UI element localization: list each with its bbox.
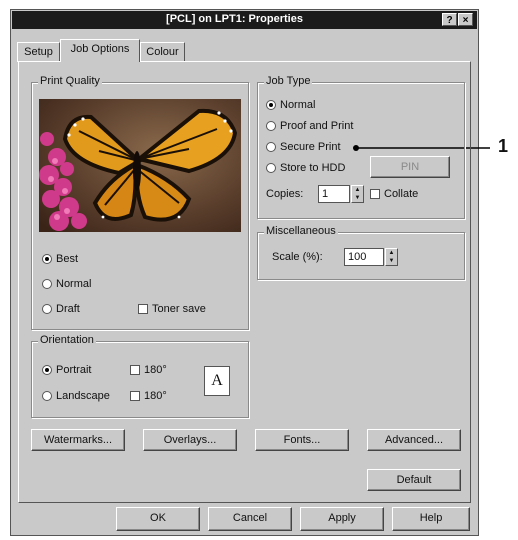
orientation-preview-icon: A <box>204 366 230 396</box>
copies-spinner[interactable]: ▲ ▼ <box>351 185 364 203</box>
tab-setup[interactable]: Setup <box>17 42 60 62</box>
proof-and-print-label: Proof and Print <box>280 120 354 132</box>
collate-label: Collate <box>384 188 419 200</box>
fonts-button[interactable]: Fonts... <box>255 429 349 451</box>
landscape-rotate-label: 180° <box>144 390 167 402</box>
quality-best-label: Best <box>56 253 79 265</box>
radio-indicator <box>42 391 52 401</box>
orientation-legend: Orientation <box>38 334 96 346</box>
cancel-button[interactable]: Cancel <box>208 507 292 531</box>
default-button[interactable]: Default <box>367 469 461 491</box>
checkbox-indicator <box>138 304 148 314</box>
help-button[interactable]: Help <box>392 507 470 531</box>
apply-button[interactable]: Apply <box>300 507 384 531</box>
portrait-radio[interactable]: Portrait <box>42 364 91 376</box>
radio-indicator <box>42 279 52 289</box>
collate-checkbox[interactable]: Collate <box>370 188 418 200</box>
portrait-rotate-180-checkbox[interactable]: 180° <box>130 364 167 376</box>
quality-normal-label: Normal <box>56 278 92 290</box>
toner-save-label: Toner save <box>152 303 206 315</box>
secure-print-label: Secure Print <box>280 141 341 153</box>
radio-indicator <box>266 121 276 131</box>
checkbox-indicator <box>370 189 380 199</box>
landscape-label: Landscape <box>56 390 110 402</box>
radio-indicator <box>266 142 276 152</box>
radio-indicator <box>266 163 276 173</box>
secure-print-radio[interactable]: Secure Print <box>266 141 341 153</box>
copies-input[interactable]: 1 <box>318 185 350 203</box>
portrait-label: Portrait <box>56 364 92 376</box>
help-title-button[interactable]: ? <box>442 13 457 26</box>
store-to-hdd-radio[interactable]: Store to HDD <box>266 162 345 174</box>
title-bar: [PCL] on LPT1: Properties ? × <box>12 11 477 29</box>
print-quality-legend: Print Quality <box>38 75 102 87</box>
checkbox-indicator <box>130 391 140 401</box>
close-button[interactable]: × <box>458 13 473 26</box>
watermarks-button[interactable]: Watermarks... <box>31 429 125 451</box>
landscape-rotate-180-checkbox[interactable]: 180° <box>130 390 167 402</box>
quality-draft-label: Draft <box>56 303 80 315</box>
miscellaneous-group: Miscellaneous Scale (%): 100 ▲ ▼ <box>257 225 465 280</box>
scale-spinner[interactable]: ▲ ▼ <box>385 248 398 266</box>
orientation-group: Orientation Portrait Landscape 180° 180°… <box>31 334 249 418</box>
callout-number: 1 <box>498 136 509 156</box>
quality-best-radio[interactable]: Best <box>42 253 78 265</box>
landscape-radio[interactable]: Landscape <box>42 390 110 402</box>
checkbox-indicator <box>130 365 140 375</box>
job-normal-radio[interactable]: Normal <box>266 99 315 111</box>
tab-panel: Print Quality Best Normal Draft Toner sa… <box>18 61 471 503</box>
portrait-rotate-label: 180° <box>144 364 167 376</box>
store-to-hdd-label: Store to HDD <box>280 162 346 174</box>
miscellaneous-legend: Miscellaneous <box>264 225 338 237</box>
print-quality-group: Print Quality Best Normal Draft Toner sa… <box>31 75 249 330</box>
radio-indicator <box>266 100 276 110</box>
overlays-button[interactable]: Overlays... <box>143 429 237 451</box>
toner-save-checkbox[interactable]: Toner save <box>138 303 206 315</box>
advanced-button[interactable]: Advanced... <box>367 429 461 451</box>
job-type-legend: Job Type <box>264 75 313 87</box>
radio-indicator <box>42 254 52 264</box>
tab-job-options[interactable]: Job Options <box>60 39 140 62</box>
print-preview-image <box>39 99 241 232</box>
radio-indicator <box>42 365 52 375</box>
scale-input[interactable]: 100 <box>344 248 384 266</box>
tab-colour[interactable]: Colour <box>140 42 185 62</box>
job-type-group: Job Type Normal Proof and Print Secure P… <box>257 75 465 219</box>
radio-indicator <box>42 304 52 314</box>
quality-normal-radio[interactable]: Normal <box>42 278 91 290</box>
copies-label: Copies: <box>266 188 304 200</box>
job-normal-label: Normal <box>280 99 316 111</box>
ok-button[interactable]: OK <box>116 507 200 531</box>
window-title: [PCL] on LPT1: Properties <box>166 13 303 25</box>
proof-and-print-radio[interactable]: Proof and Print <box>266 120 353 132</box>
pin-button[interactable]: PIN <box>370 156 450 178</box>
quality-draft-radio[interactable]: Draft <box>42 303 80 315</box>
scale-label: Scale (%): <box>272 251 323 263</box>
